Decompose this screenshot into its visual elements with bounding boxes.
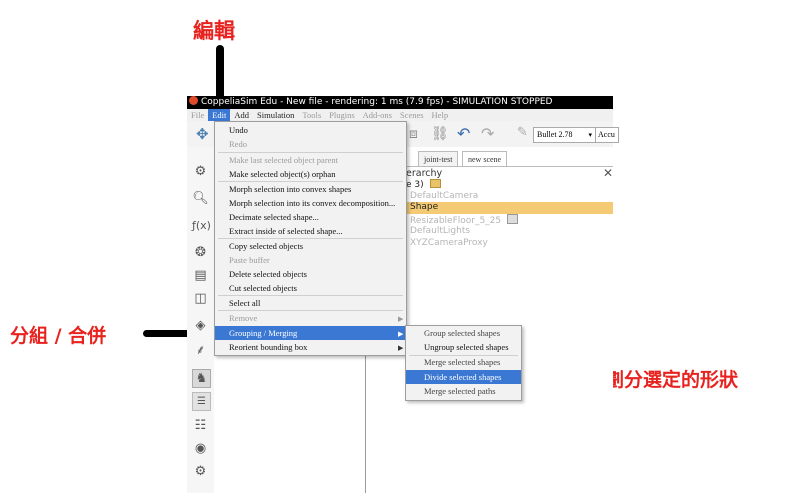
camera-icon[interactable]: ◉ xyxy=(192,440,209,457)
menu-plugins[interactable]: Plugins xyxy=(325,109,359,121)
edit-menu: Undo Redo Make last selected object pare… xyxy=(214,121,407,356)
menu-item-redo[interactable]: Redo xyxy=(229,139,247,149)
collection-icon[interactable]: ❂ xyxy=(192,244,209,261)
function-icon[interactable]: ƒ(x) xyxy=(192,217,211,234)
close-icon[interactable]: ✕ xyxy=(603,166,613,180)
menu-item-grouping-merging[interactable]: Grouping / Merging xyxy=(229,328,297,338)
left-toolbar: ⚙ 🔍︎ ƒ(x) ❂ ▤ ◫ ◈ ⸙ ♞ ☰ ☷ ◉ ⚙ xyxy=(187,147,214,493)
menu-item-group-shapes[interactable]: Group selected shapes xyxy=(424,328,500,338)
window-titlebar: CoppeliaSim Edu - New file - rendering: … xyxy=(187,96,613,109)
menu-item-make-parent[interactable]: Make last selected object parent xyxy=(229,155,338,165)
tab-new-scene[interactable]: new scene xyxy=(462,151,508,167)
scene-hierarchy-icon[interactable]: ☰ xyxy=(192,392,211,411)
link-icon[interactable]: ⛓ xyxy=(431,126,449,142)
menu-item-undo[interactable]: Undo xyxy=(229,125,248,135)
menu-separator xyxy=(218,181,403,182)
hierarchy-scene-root[interactable]: e 3) xyxy=(406,179,441,190)
tab-joint-test[interactable]: joint-test xyxy=(418,151,459,167)
chevron-down-icon: ▾ xyxy=(588,131,592,139)
menu-bar: File Edit Add Simulation Tools Plugins Add-ons… xyxy=(187,109,613,121)
model-icon xyxy=(507,214,519,224)
hierarchy-title: erarchy xyxy=(406,168,443,179)
hierarchy-item-resizablefloor-label: ResizableFloor_5_25 xyxy=(410,216,502,226)
grouping-submenu: Group selected shapes Ungroup selected s… xyxy=(405,325,522,401)
menu-tools[interactable]: Tools xyxy=(298,109,325,121)
menu-separator xyxy=(218,152,403,153)
annotation-divide: 劃分選定的形狀 xyxy=(605,369,739,391)
path-icon[interactable]: ⸙ xyxy=(192,342,209,359)
menu-item-copy[interactable]: Copy selected objects xyxy=(229,241,303,251)
annotation-edit: 編輯 xyxy=(193,19,235,43)
annotation-group: 分組 / 合併 xyxy=(10,325,107,347)
engine-select[interactable]: Bullet 2.78 ▾ xyxy=(533,127,596,143)
menu-item-decimate[interactable]: Decimate selected shape... xyxy=(229,212,319,222)
menu-edit[interactable]: Edit xyxy=(208,109,231,121)
accuracy-select[interactable]: Accu xyxy=(595,127,619,143)
submenu-arrow-icon: ▶ xyxy=(398,330,404,338)
hierarchy-scene-root-label: e 3) xyxy=(406,180,424,190)
hierarchy-item-resizablefloor[interactable]: ResizableFloor_5_25 xyxy=(410,214,519,226)
menu-separator xyxy=(218,310,403,311)
menu-item-morph-convex[interactable]: Morph selection into convex shapes xyxy=(229,184,351,194)
engine-select-value: Bullet 2.78 xyxy=(537,130,573,139)
object-properties-icon[interactable]: ⚙ xyxy=(192,163,209,180)
zoom-icon[interactable]: 🔍︎ xyxy=(192,190,209,207)
menu-simulation[interactable]: Simulation xyxy=(253,109,298,121)
dynamics-icon[interactable]: ✎ xyxy=(517,125,528,140)
undo-icon[interactable]: ↶ xyxy=(457,124,470,143)
model-browser-icon[interactable]: ♞ xyxy=(192,369,211,388)
hierarchy-item-xyzcameraproxy[interactable]: XYZCameraProxy xyxy=(410,238,488,248)
menu-item-delete[interactable]: Delete selected objects xyxy=(229,269,307,279)
menu-separator xyxy=(218,295,403,296)
stack-icon[interactable]: ☷ xyxy=(192,417,209,434)
select-shape-icon[interactable]: ⧈ xyxy=(409,126,418,142)
menu-item-ungroup-shapes[interactable]: Ungroup selected shapes xyxy=(424,342,509,352)
menu-item-morph-decomposition[interactable]: Morph selection into its convex decompos… xyxy=(229,198,395,208)
menu-item-remove[interactable]: Remove xyxy=(229,313,257,323)
submenu-arrow-icon: ▶ xyxy=(398,344,404,352)
menu-separator xyxy=(409,355,518,356)
menu-item-cut[interactable]: Cut selected objects xyxy=(229,283,297,293)
menu-add[interactable]: Add xyxy=(230,109,253,121)
script-icon[interactable]: ▤ xyxy=(192,267,209,284)
layers-icon[interactable]: ◈ xyxy=(192,317,209,334)
menu-item-paste[interactable]: Paste buffer xyxy=(229,255,270,265)
menu-item-select-all[interactable]: Select all xyxy=(229,298,260,308)
app-logo-icon xyxy=(189,96,198,105)
hierarchy-item-shape[interactable]: Shape xyxy=(410,202,438,212)
hierarchy-item-defaultlights[interactable]: DefaultLights xyxy=(410,226,470,236)
submenu-arrow-icon: ▶ xyxy=(398,315,404,323)
accuracy-select-value: Accu xyxy=(598,130,615,139)
hierarchy-item-defaultcamera[interactable]: DefaultCamera xyxy=(410,191,478,201)
menu-help[interactable]: Help xyxy=(428,109,453,121)
menu-item-divide-shapes[interactable]: Divide selected shapes xyxy=(424,372,501,382)
menu-scenes[interactable]: Scenes xyxy=(396,109,428,121)
menu-separator xyxy=(218,238,403,239)
menu-item-make-orphan[interactable]: Make selected object(s) orphan xyxy=(229,169,335,179)
window-title: CoppeliaSim Edu - New file - rendering: … xyxy=(201,97,553,107)
folder-icon xyxy=(429,179,441,188)
menu-item-reorient-bbox[interactable]: Reorient bounding box xyxy=(229,342,307,352)
menu-item-extract-inside[interactable]: Extract inside of selected shape... xyxy=(229,226,343,236)
menu-addons[interactable]: Add-ons xyxy=(359,109,396,121)
menu-file[interactable]: File xyxy=(187,109,208,121)
move-icon[interactable]: ✥ xyxy=(196,125,209,143)
settings-icon[interactable]: ⚙ xyxy=(192,463,209,480)
menu-item-merge-shapes[interactable]: Merge selected shapes xyxy=(424,357,500,367)
menu-item-merge-paths[interactable]: Merge selected paths xyxy=(424,386,496,396)
redo-icon[interactable]: ↷ xyxy=(481,124,494,143)
shape-edit-icon[interactable]: ◫ xyxy=(192,290,209,307)
